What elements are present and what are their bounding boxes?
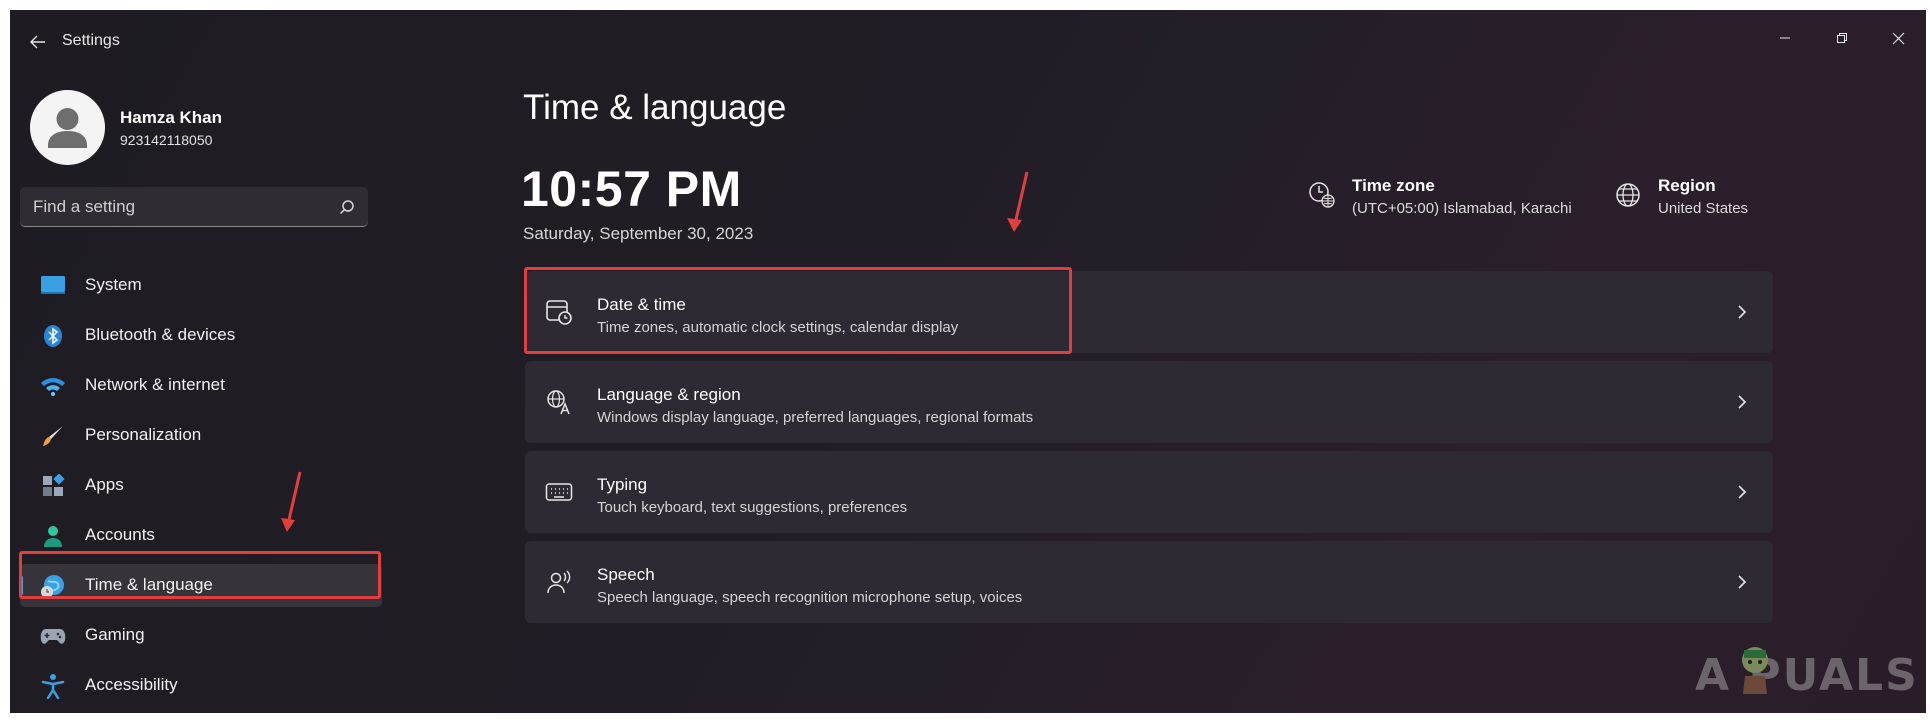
language-icon [545,388,573,416]
user-profile[interactable]: Hamza Khan 923142118050 [20,82,380,165]
chevron-right-icon [1738,395,1747,409]
time-zone-icon [1309,182,1335,208]
card-subtitle: Windows display language, preferred lang… [597,409,1034,426]
apps-icon [40,474,66,498]
search-box[interactable] [20,187,368,227]
chevron-right-icon [1738,575,1747,589]
card-title: Speech [597,565,655,584]
search-input[interactable] [20,187,335,227]
sidebar-item-apps[interactable]: Apps [20,464,382,507]
typing-card[interactable]: Typing Touch keyboard, text suggestions,… [525,451,1773,533]
keyboard-icon [545,478,573,506]
close-button[interactable] [1873,24,1923,52]
card-subtitle: Speech language, speech recognition micr… [597,589,1023,606]
settings-window: Settings Hamza Khan 923142118050 Find a … [10,10,1926,713]
highlight-box [19,551,381,599]
minimize-button[interactable] [1760,24,1810,52]
time-zone-info[interactable]: Time zone (UTC+05:00) Islamabad, Karachi [1307,176,1572,226]
minimize-icon [1780,37,1790,39]
chevron-right-icon [1738,305,1747,319]
back-arrow-icon [30,35,45,49]
time-zone-value: (UTC+05:00) Islamabad, Karachi [1352,200,1572,217]
sidebar-item-label: Accessibility [85,675,178,694]
page-title: Time & language [523,88,787,127]
sidebar-item-system[interactable]: System [20,264,382,307]
globe-icon [1616,183,1640,207]
current-date: Saturday, September 30, 2023 [523,224,754,243]
speech-icon [545,568,573,596]
sidebar-item-label: Network & internet [85,375,225,394]
chevron-right-icon [1738,485,1747,499]
close-icon [1892,32,1904,44]
sidebar-item-label: Accounts [85,525,155,544]
sidebar-item-label: Bluetooth & devices [85,325,236,344]
card-title: Typing [597,475,648,494]
system-icon [40,274,66,298]
time-zone-title: Time zone [1352,176,1435,195]
card-subtitle: Touch keyboard, text suggestions, prefer… [597,499,908,516]
sidebar-item-label: Gaming [85,625,145,644]
bluetooth-icon [40,324,66,348]
search-icon[interactable] [338,198,356,216]
back-button[interactable] [18,26,58,58]
sidebar-item-network[interactable]: Network & internet [20,364,382,407]
user-id: 923142118050 [120,132,213,148]
sidebar-item-label: System [85,275,142,294]
card-title: Language & region [597,385,741,404]
person-icon [48,108,87,148]
restore-button[interactable] [1817,24,1867,52]
user-name: Hamza Khan [120,108,223,127]
restore-icon [1837,33,1847,43]
gaming-icon [40,624,66,648]
annotation-arrow [1007,171,1029,232]
language-region-card[interactable]: Language & region Windows display langua… [525,361,1773,443]
accessibility-icon [40,674,66,699]
highlight-box [524,267,1072,354]
sidebar-item-personalization[interactable]: Personalization [20,414,382,457]
speech-card[interactable]: Speech Speech language, speech recogniti… [525,541,1773,623]
current-time: 10:57 PM [521,161,742,217]
region-info[interactable]: Region United States [1613,176,1773,226]
avatar[interactable] [30,90,105,165]
sidebar-item-gaming[interactable]: Gaming [20,614,382,657]
region-value: United States [1658,200,1749,217]
sidebar-item-bluetooth-devices[interactable]: Bluetooth & devices [20,314,382,357]
region-title: Region [1658,176,1716,195]
title-bar: Settings [10,10,1926,62]
watermark: A PUALS [1695,650,1919,701]
sidebar-nav: System Bluetooth & devices Network & int… [20,264,382,713]
annotation-arrow [281,471,302,532]
sidebar-item-label: Apps [85,475,124,494]
sidebar-item-label: Personalization [85,425,202,444]
accounts-icon [40,524,66,548]
brush-icon [40,424,66,448]
wifi-icon [40,374,66,398]
watermark-logo [1742,647,1768,694]
app-title: Settings [62,32,120,49]
sidebar-item-accessibility[interactable]: Accessibility [20,664,382,707]
